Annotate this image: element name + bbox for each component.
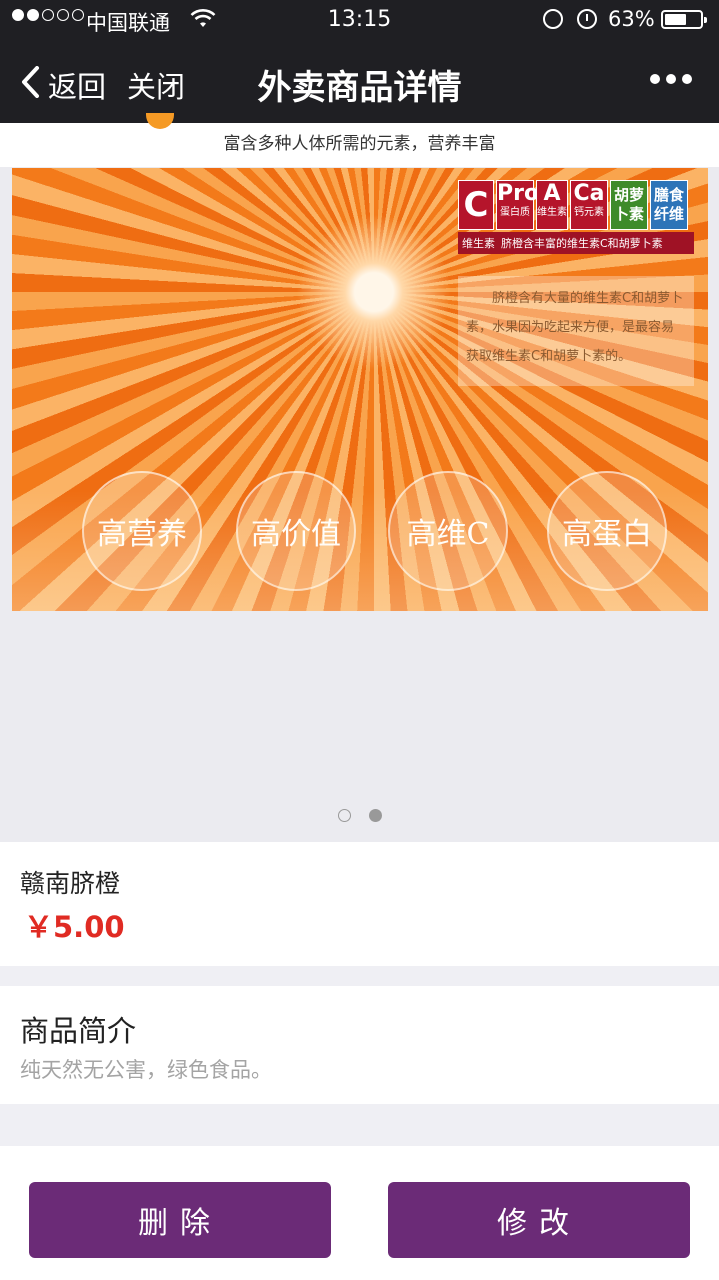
badge-calcium-label: 钙元素	[574, 207, 604, 218]
feature-bubble: 高维C	[388, 471, 508, 591]
feature-bubble: 高营养	[82, 471, 202, 591]
image-description-box: 脐橙含有大量的维生素C和胡萝卜素，水果因为吃起来方便，是最容易获取维生素C和胡萝…	[458, 276, 694, 386]
edit-button[interactable]: 修改	[388, 1182, 690, 1258]
nav-bar: 返回 关闭 外卖商品详情	[0, 40, 719, 123]
back-chevron-icon[interactable]	[20, 66, 40, 98]
carousel-dot[interactable]	[337, 809, 351, 822]
product-intro-section: 商品简介 纯天然无公害，绿色食品。	[0, 986, 719, 1104]
carousel-dot[interactable]	[368, 809, 382, 822]
product-image: C Pro 蛋白质 A 维生素 Ca 钙元素 胡萝卜素 膳食纤维 维生素 脐橙含…	[12, 168, 708, 611]
top-bar: 中国联通 13:15 63% 返回 关闭 外卖商品详情	[0, 0, 719, 123]
action-bar: 删除 修改	[0, 1146, 719, 1280]
product-price: ￥5.00	[24, 910, 125, 944]
badge-vitamin-c-symbol: C	[463, 185, 489, 225]
product-info: 赣南脐橙 ￥5.00	[0, 842, 719, 966]
carousel-page-indicators	[0, 809, 719, 822]
badge-calcium-symbol: Ca	[573, 181, 605, 206]
feature-bubble: 高价值	[236, 471, 356, 591]
badge-protein: Pro 蛋白质	[496, 180, 540, 230]
badge-calcium: Ca 钙元素	[570, 180, 608, 230]
status-bar: 中国联通 13:15 63%	[0, 0, 719, 40]
badge-vitamin-a-label: 维生素	[537, 207, 567, 218]
badge-vitamin-c: C	[458, 180, 494, 230]
close-button[interactable]: 关闭	[127, 64, 185, 106]
intro-heading: 商品简介	[20, 1014, 137, 1048]
badge-vitamin-a-symbol: A	[543, 181, 561, 206]
back-button[interactable]: 返回	[48, 64, 106, 106]
badge-subtitle-row: 维生素 脐橙含丰富的维生素C和胡萝卜素	[458, 232, 694, 254]
intro-text: 纯天然无公害，绿色食品。	[20, 1058, 272, 1082]
battery-level	[665, 14, 687, 25]
badge-fiber: 膳食纤维	[650, 180, 688, 230]
battery-icon	[661, 10, 707, 29]
more-options-icon[interactable]	[650, 74, 692, 84]
product-name: 赣南脐橙	[20, 869, 121, 898]
caption-strip: 富含多种人体所需的元素，营养丰富	[0, 113, 719, 167]
badge-protein-label: 蛋白质	[500, 207, 530, 218]
badge-carotene: 胡萝卜素	[610, 180, 648, 230]
badge-vitamin-c-label: 维生素	[462, 237, 495, 250]
page-title: 外卖商品详情	[257, 68, 462, 108]
orange-decoration	[146, 113, 174, 129]
battery-percent: 63%	[608, 7, 655, 31]
rotation-lock-icon	[543, 9, 563, 29]
badge-subtitle: 脐橙含丰富的维生素C和胡萝卜素	[501, 237, 663, 250]
image-description: 脐橙含有大量的维生素C和胡萝卜素，水果因为吃起来方便，是最容易获取维生素C和胡萝…	[466, 291, 684, 364]
feature-bubbles: 高营养 高价值 高维C 高蛋白	[12, 471, 708, 591]
feature-bubble: 高蛋白	[547, 471, 667, 591]
alarm-icon	[577, 9, 597, 29]
badge-vitamin-a: A 维生素	[536, 180, 568, 230]
image-carousel[interactable]: 富含多种人体所需的元素，营养丰富 C Pro 蛋白质 A 维生素 Ca 钙元素	[0, 113, 719, 842]
image-caption: 富含多种人体所需的元素，营养丰富	[223, 134, 496, 154]
badge-protein-symbol: Pro	[497, 181, 540, 206]
nutrient-badges: C Pro 蛋白质 A 维生素 Ca 钙元素 胡萝卜素 膳食纤维 维生素 脐橙含…	[458, 180, 694, 254]
delete-button[interactable]: 删除	[29, 1182, 331, 1258]
